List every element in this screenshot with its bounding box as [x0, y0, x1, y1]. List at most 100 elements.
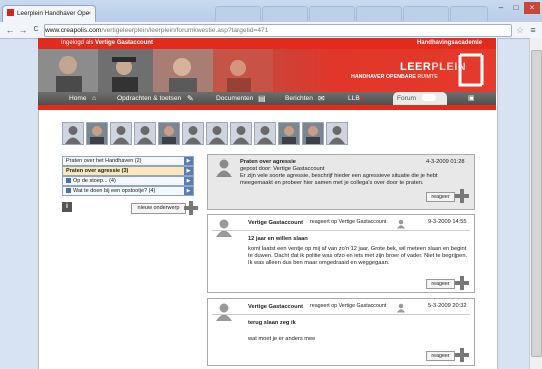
llb-icon[interactable]: ●	[360, 92, 364, 105]
menu-llb[interactable]: LLB	[348, 92, 360, 105]
browser-tab[interactable]: Leerplein Handhaver Ope ×	[2, 5, 96, 23]
tab-title: Leerplein Handhaver Ope	[17, 10, 90, 17]
logo-subtitle: HANDHAVER OPENBARE RUIMTE	[351, 74, 438, 80]
category-item[interactable]: Op de stoep... (4) ▶	[62, 176, 194, 186]
bookmark-star-icon[interactable]: ☆	[514, 24, 526, 36]
thread-posted-by: gepost door: Vertige Gastaccount	[240, 166, 325, 172]
home-icon[interactable]: ⌂	[92, 92, 96, 105]
reply-plus-icon[interactable]	[455, 348, 469, 362]
author-avatar-icon	[216, 159, 232, 177]
background-tab[interactable]	[309, 6, 355, 21]
menu-forum[interactable]: Forum	[393, 92, 447, 105]
header-banner: LEERPLEIN HANDHAVER OPENBARE RUIMTE	[38, 49, 496, 92]
category-label: Praten over het Handhaven (2)	[66, 158, 142, 164]
expand-arrow-icon[interactable]: ▶	[184, 167, 193, 175]
background-tab[interactable]	[450, 6, 488, 21]
reply-author[interactable]: Vertige Gastaccount	[248, 220, 303, 227]
thread-date: 4-3-2009 01:28	[426, 159, 465, 165]
logo-bracket-icon	[458, 53, 484, 87]
reply-date: 9-3-2009 14:55	[428, 219, 467, 225]
logo-subtitle-2: RUIMTE	[417, 74, 438, 80]
reply-plus-icon[interactable]	[455, 189, 469, 203]
member-avatar[interactable]	[206, 122, 228, 145]
banner-photos	[38, 49, 273, 92]
member-avatar[interactable]	[86, 122, 108, 145]
author-avatar-icon	[216, 219, 232, 237]
tab-close-icon[interactable]: ×	[87, 6, 91, 22]
logo-part1: LEER	[400, 61, 432, 73]
forward-icon[interactable]: →	[17, 24, 29, 36]
menu-berichten[interactable]: Berichten	[285, 92, 313, 105]
new-topic-button[interactable]: nieuw onderwerp	[131, 203, 186, 214]
background-tab[interactable]	[403, 6, 449, 21]
category-item-selected[interactable]: Praten over agressie (3) ▶	[62, 166, 194, 176]
address-bar[interactable]: www.creapolis.com/vertigeleerplein/leerp…	[44, 24, 512, 37]
close-window-button[interactable]: ×	[524, 2, 540, 14]
member-avatar[interactable]	[302, 122, 324, 145]
pencil-icon[interactable]: ✎	[187, 92, 194, 105]
reload-icon[interactable]: C	[30, 24, 42, 36]
reply-date: 5-3-2009 20:32	[428, 303, 467, 309]
background-tab[interactable]	[215, 6, 261, 21]
background-tab[interactable]	[262, 6, 308, 21]
url-host: www.creapolis.com	[45, 27, 102, 34]
menu-opdrachten[interactable]: Opdrachten & toetsen	[117, 92, 181, 105]
member-avatar[interactable]	[134, 122, 156, 145]
background-tab[interactable]	[356, 6, 402, 21]
logged-in-prefix: Ingelogd als	[61, 40, 94, 46]
maximize-button[interactable]: □	[509, 2, 523, 14]
reply-subject: 12 jaar en willen slaan	[248, 236, 308, 242]
reply-button[interactable]: reageer	[426, 192, 455, 202]
new-topic-plus-icon[interactable]	[184, 201, 198, 215]
category-item[interactable]: Wat te doen bij een opstootje? (4) ▶	[62, 186, 194, 196]
documents-icon[interactable]: ▤	[258, 92, 266, 105]
scrollbar-thumb[interactable]	[531, 50, 542, 357]
expand-arrow-icon[interactable]: ▶	[184, 177, 193, 185]
folder-icon	[66, 188, 71, 193]
forum-bubble-icon	[421, 94, 436, 101]
divider	[212, 230, 470, 231]
member-avatar[interactable]	[254, 122, 276, 145]
back-icon[interactable]: ←	[4, 24, 16, 36]
member-avatar[interactable]	[110, 122, 132, 145]
member-avatar[interactable]	[62, 122, 84, 145]
member-avatar[interactable]	[182, 122, 204, 145]
member-avatar[interactable]	[326, 122, 348, 145]
reply-subject: terug slaan zeg ik	[248, 320, 296, 326]
reply-button[interactable]: reageer	[426, 351, 455, 361]
member-avatar[interactable]	[230, 122, 252, 145]
menu-forum-label: Forum	[397, 95, 417, 102]
logged-in-user[interactable]: Vertige Gastaccount	[95, 40, 153, 46]
menu-documenten[interactable]: Documenten	[216, 92, 253, 105]
academy-label: Handhavingsacademie	[416, 40, 482, 46]
minimize-button[interactable]: –	[494, 2, 508, 14]
browser-navbar: ← → C www.creapolis.com/vertigeleerplein…	[0, 22, 542, 39]
category-item[interactable]: Praten over het Handhaven (2) ▶	[62, 156, 194, 166]
reply-author[interactable]: Vertige Gastaccount	[248, 304, 303, 311]
expand-arrow-icon[interactable]: ▶	[184, 187, 193, 195]
reply-button[interactable]: reageer	[426, 279, 455, 289]
reply-plus-icon[interactable]	[455, 276, 469, 290]
logo-subtitle-1: HANDHAVER OPENBARE	[351, 74, 416, 80]
url-path: /vertigeleerplein/leerplein/forumkwestie…	[101, 27, 269, 34]
category-label: Op de stoep... (4)	[73, 178, 116, 184]
favicon-icon	[7, 9, 14, 16]
author-avatar-icon	[216, 303, 232, 321]
info-button[interactable]: i	[62, 202, 72, 212]
menu-underline	[38, 105, 496, 110]
envelope-icon[interactable]: ✉	[318, 92, 325, 105]
reply-post: Vertige Gastaccount reageert op Vertige …	[207, 298, 475, 366]
category-label: Praten over agressie (3)	[66, 168, 129, 174]
member-avatar[interactable]	[158, 122, 180, 145]
expand-arrow-icon[interactable]: ▶	[184, 157, 193, 165]
divider	[212, 314, 470, 315]
category-label: Wat te doen bij een opstootje? (4)	[73, 188, 156, 194]
reply-to: reageert op Vertige Gastaccount	[310, 219, 387, 225]
main-menu: Home ⌂ Opdrachten & toetsen ✎ Documenten…	[38, 92, 496, 105]
member-avatar[interactable]	[278, 122, 300, 145]
lock-icon[interactable]: ▣	[468, 92, 475, 105]
reply-post: Vertige Gastaccount reageert op Vertige …	[207, 214, 475, 293]
browser-menu-icon[interactable]: ≡	[527, 24, 539, 36]
thread-body: Er zijn vele soorte agressie, beschrijf …	[240, 173, 438, 186]
menu-home[interactable]: Home	[69, 92, 87, 105]
